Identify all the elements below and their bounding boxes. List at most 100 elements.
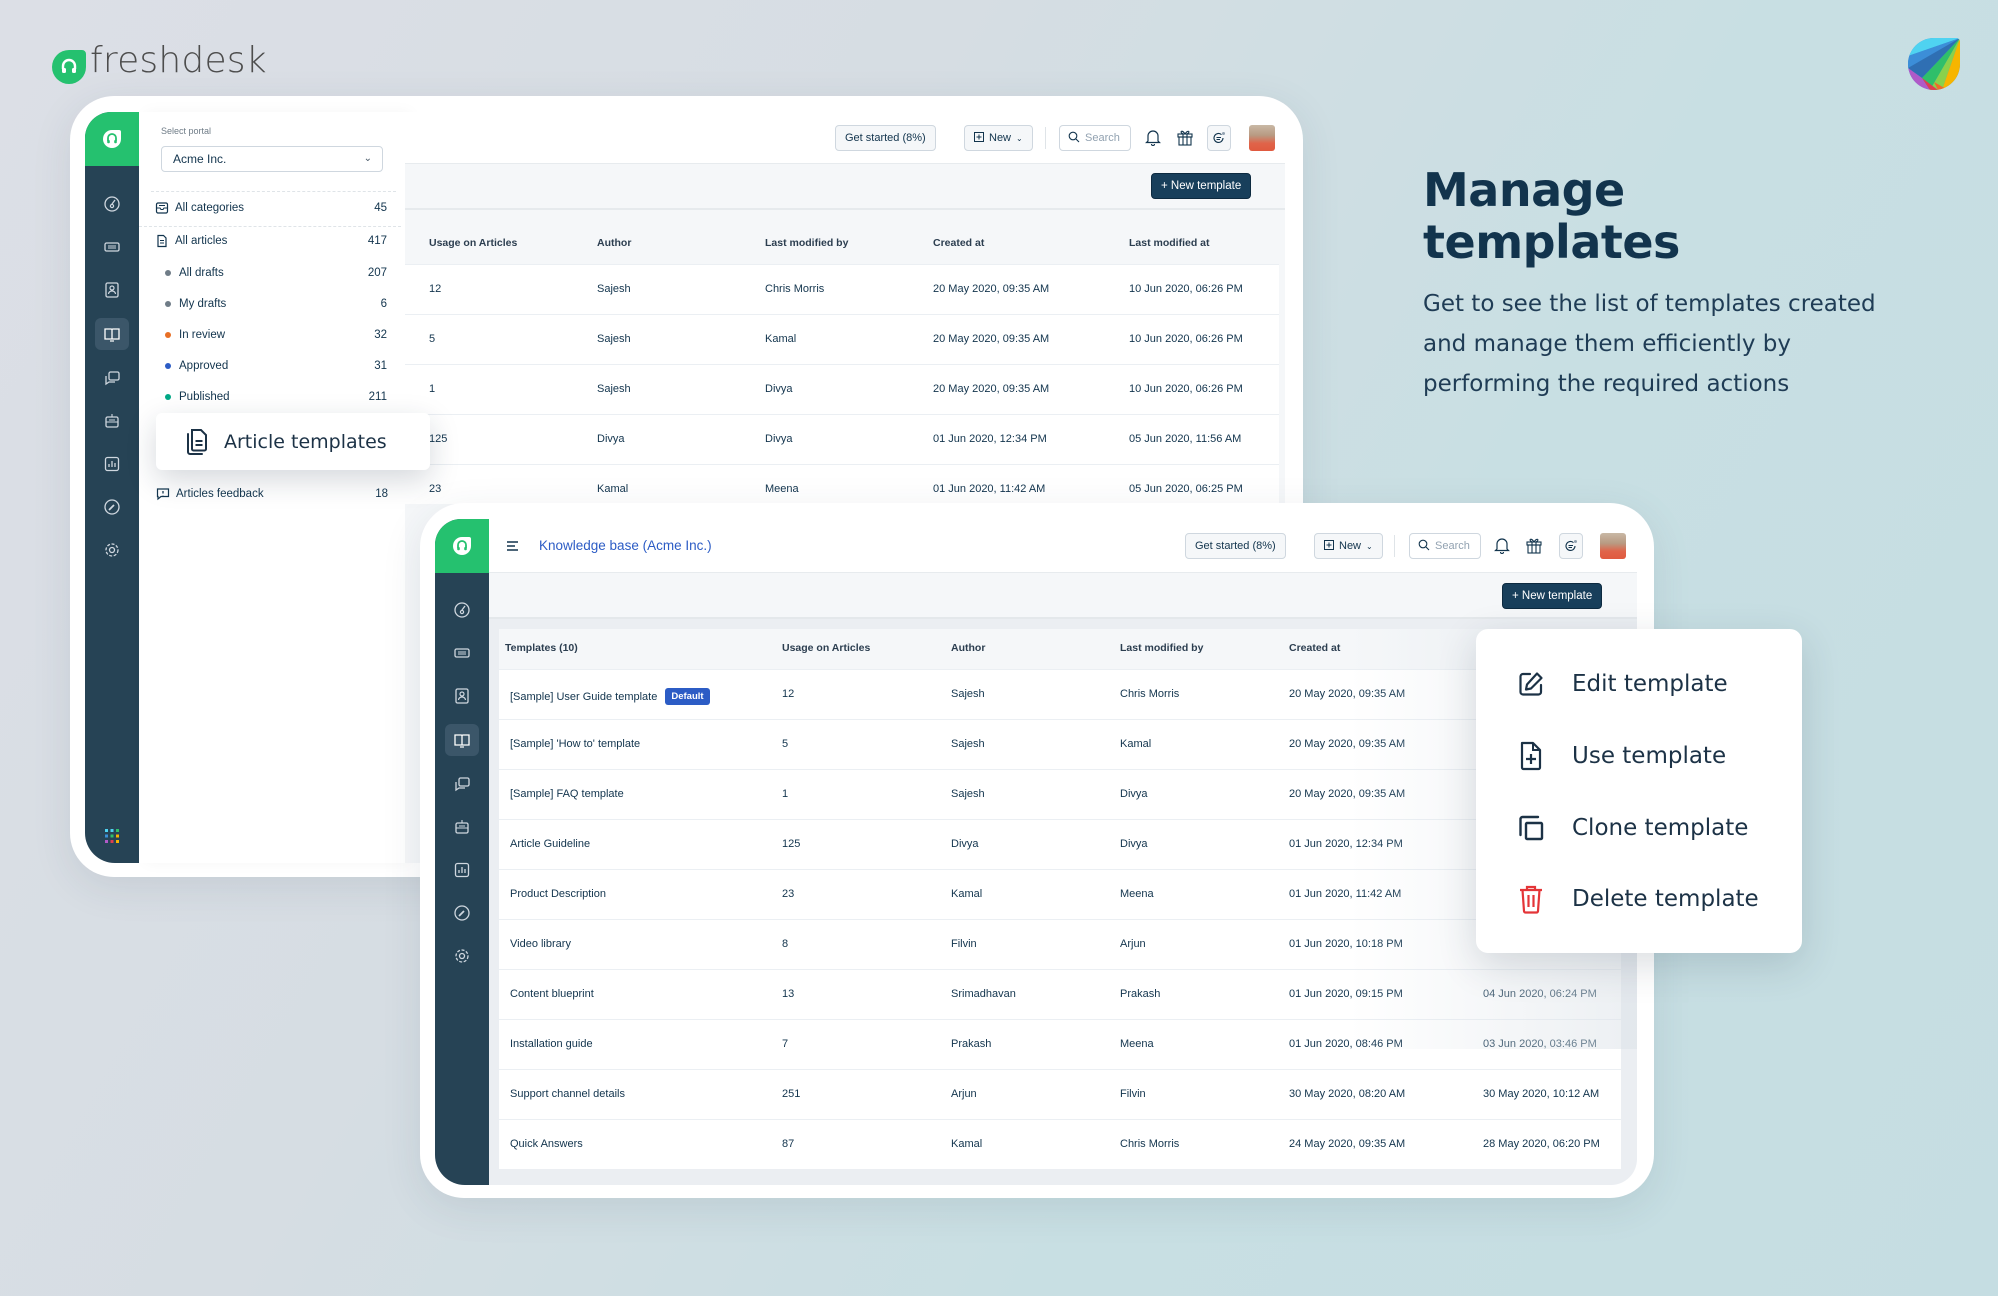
column-header[interactable]: Templates (10) xyxy=(505,642,578,654)
cell-name[interactable]: Quick Answers xyxy=(510,1138,583,1150)
column-header[interactable]: Created at xyxy=(1289,642,1340,654)
feedback-icon xyxy=(156,487,170,501)
cell-name[interactable]: Installation guide xyxy=(510,1038,593,1050)
feedback-label: Articles feedback xyxy=(176,488,264,500)
new-dropdown-button[interactable]: New ⌄ xyxy=(964,125,1033,151)
chat-icon[interactable] xyxy=(1559,533,1583,559)
discussions-icon[interactable] xyxy=(98,364,126,392)
dashboard-icon[interactable] xyxy=(98,190,126,218)
column-header[interactable]: Last modified by xyxy=(765,237,848,249)
bot-icon[interactable] xyxy=(98,407,126,435)
status-filter-item[interactable]: All drafts 207 xyxy=(155,263,387,283)
cell-modified-by: Meena xyxy=(765,483,799,495)
get-started-button[interactable]: Get started (8%) xyxy=(1185,533,1286,559)
cell-name[interactable]: [Sample] User Guide template Default xyxy=(510,688,710,705)
contacts-icon[interactable] xyxy=(448,682,476,710)
user-avatar[interactable] xyxy=(1249,125,1275,151)
cell-name[interactable]: [Sample] 'How to' template xyxy=(510,738,640,750)
dashboard-icon[interactable] xyxy=(448,596,476,624)
table-row[interactable]: Installation guide 7 Prakash Meena 01 Jun 20… xyxy=(499,1019,1621,1069)
new-dropdown-button[interactable]: New ⌄ xyxy=(1314,533,1383,559)
settings-icon[interactable] xyxy=(448,942,476,970)
admin-tools-icon[interactable] xyxy=(448,899,476,927)
table-row[interactable]: [Sample] 'How to' template 5 Sajesh Kamal 20… xyxy=(499,719,1621,769)
articles-feedback-item[interactable]: Articles feedback 18 xyxy=(156,484,388,504)
table-row[interactable]: 125 Divya Divya 01 Jun 2020, 12:34 PM 05 Jun… xyxy=(405,414,1279,464)
admin-tools-icon[interactable] xyxy=(98,493,126,521)
table-row[interactable]: Article Guideline 125 Divya Divya 01 Jun 202… xyxy=(499,819,1621,869)
cell-usage: 87 xyxy=(782,1138,795,1150)
hamburger-menu-icon[interactable] xyxy=(506,539,520,553)
table-row[interactable]: 5 Sajesh Kamal 20 May 2020, 09:35 AM 10 Jun … xyxy=(405,314,1279,364)
discussions-icon[interactable] xyxy=(448,770,476,798)
gift-icon[interactable] xyxy=(1524,534,1544,556)
bot-icon[interactable] xyxy=(448,813,476,841)
table-row[interactable]: 1 Sajesh Divya 20 May 2020, 09:35 AM 10 Jun … xyxy=(405,364,1279,414)
cell-modified-by: Kamal xyxy=(765,333,797,345)
all-categories-item[interactable]: All categories 45 xyxy=(155,198,387,218)
freshdesk-home-icon[interactable] xyxy=(435,519,489,573)
cell-name[interactable]: Video library xyxy=(510,938,571,950)
knowledge-base-icon[interactable] xyxy=(445,724,479,756)
contacts-icon[interactable] xyxy=(98,276,126,304)
portal-select[interactable]: Acme Inc. ⌄ xyxy=(161,146,383,172)
page-title[interactable]: Knowledge base (Acme Inc.) xyxy=(539,538,712,553)
cell-name[interactable]: Support channel details xyxy=(510,1088,625,1100)
column-header[interactable]: Usage on Articles xyxy=(782,642,870,654)
cell-author: Srimadhavan xyxy=(951,988,1016,1000)
table-row[interactable]: Support channel details 251 Arjun Filvin 30 … xyxy=(499,1069,1621,1119)
column-header[interactable]: Created at xyxy=(933,237,984,249)
cell-name[interactable]: Article Guideline xyxy=(510,838,590,850)
tickets-icon[interactable] xyxy=(98,233,126,261)
freshdesk-home-icon[interactable] xyxy=(85,112,139,166)
cell-author: Arjun xyxy=(951,1088,977,1100)
clone-template-menu-item[interactable]: Clone template xyxy=(1516,808,1748,848)
apps-grid-icon[interactable] xyxy=(98,822,126,850)
table-row[interactable]: Video library 8 Filvin Arjun 01 Jun 2020, 10… xyxy=(499,919,1621,969)
column-header[interactable]: Author xyxy=(951,642,985,654)
status-filter-item[interactable]: Published 211 xyxy=(155,387,387,407)
tickets-icon[interactable] xyxy=(448,639,476,667)
cell-name[interactable]: [Sample] FAQ template xyxy=(510,788,624,800)
column-header[interactable]: Usage on Articles xyxy=(429,237,517,249)
delete-template-menu-item[interactable]: Delete template xyxy=(1516,879,1759,919)
reports-icon[interactable] xyxy=(448,856,476,884)
cell-modified: 05 Jun 2020, 06:25 PM xyxy=(1129,483,1243,495)
notification-bell-icon[interactable] xyxy=(1492,534,1512,556)
edit-template-menu-item[interactable]: Edit template xyxy=(1516,664,1728,704)
reports-icon[interactable] xyxy=(98,450,126,478)
status-filter-item[interactable]: My drafts 6 xyxy=(155,294,387,314)
chat-icon[interactable] xyxy=(1207,125,1231,151)
cell-usage: 5 xyxy=(782,738,789,750)
table-row[interactable]: Quick Answers 87 Kamal Chris Morris 24 May 2… xyxy=(499,1119,1621,1169)
cell-usage: 13 xyxy=(782,988,795,1000)
search-input[interactable]: Search xyxy=(1409,533,1481,559)
status-filter-item[interactable]: In review 32 xyxy=(155,325,387,345)
all-articles-item[interactable]: All articles 417 xyxy=(155,231,387,251)
new-template-button[interactable]: + New template xyxy=(1151,173,1252,199)
notification-bell-icon[interactable] xyxy=(1143,126,1163,148)
cell-created: 01 Jun 2020, 09:15 PM xyxy=(1289,988,1403,1000)
article-templates-item[interactable]: Article templates xyxy=(156,413,430,470)
column-header[interactable]: Last modified by xyxy=(1120,642,1203,654)
gift-icon[interactable] xyxy=(1175,126,1195,148)
new-template-button[interactable]: + New template xyxy=(1502,583,1603,609)
column-header[interactable]: Last modified at xyxy=(1129,237,1210,249)
get-started-button[interactable]: Get started (8%) xyxy=(835,125,936,151)
table-row[interactable]: [Sample] FAQ template 1 Sajesh Divya 20 May … xyxy=(499,769,1621,819)
feature-description: Manage templates Get to see the list of t… xyxy=(1423,164,1923,404)
table-row[interactable]: Content blueprint 13 Srimadhavan Prakash 01 … xyxy=(499,969,1621,1019)
user-avatar[interactable] xyxy=(1600,533,1626,559)
search-input[interactable]: Search xyxy=(1059,125,1131,151)
column-header[interactable]: Author xyxy=(597,237,631,249)
table-row[interactable]: [Sample] User Guide template Default 12 Saj… xyxy=(499,669,1621,719)
cell-name[interactable]: Content blueprint xyxy=(510,988,594,1000)
new-label: New xyxy=(989,132,1012,144)
use-template-menu-item[interactable]: Use template xyxy=(1516,736,1726,776)
status-filter-item[interactable]: Approved 31 xyxy=(155,356,387,376)
table-row[interactable]: 12 Sajesh Chris Morris 20 May 2020, 09:35 A… xyxy=(405,264,1279,314)
table-row[interactable]: Product Description 23 Kamal Meena 01 Jun 20… xyxy=(499,869,1621,919)
knowledge-base-icon[interactable] xyxy=(95,318,129,350)
settings-icon[interactable] xyxy=(98,536,126,564)
cell-name[interactable]: Product Description xyxy=(510,888,606,900)
